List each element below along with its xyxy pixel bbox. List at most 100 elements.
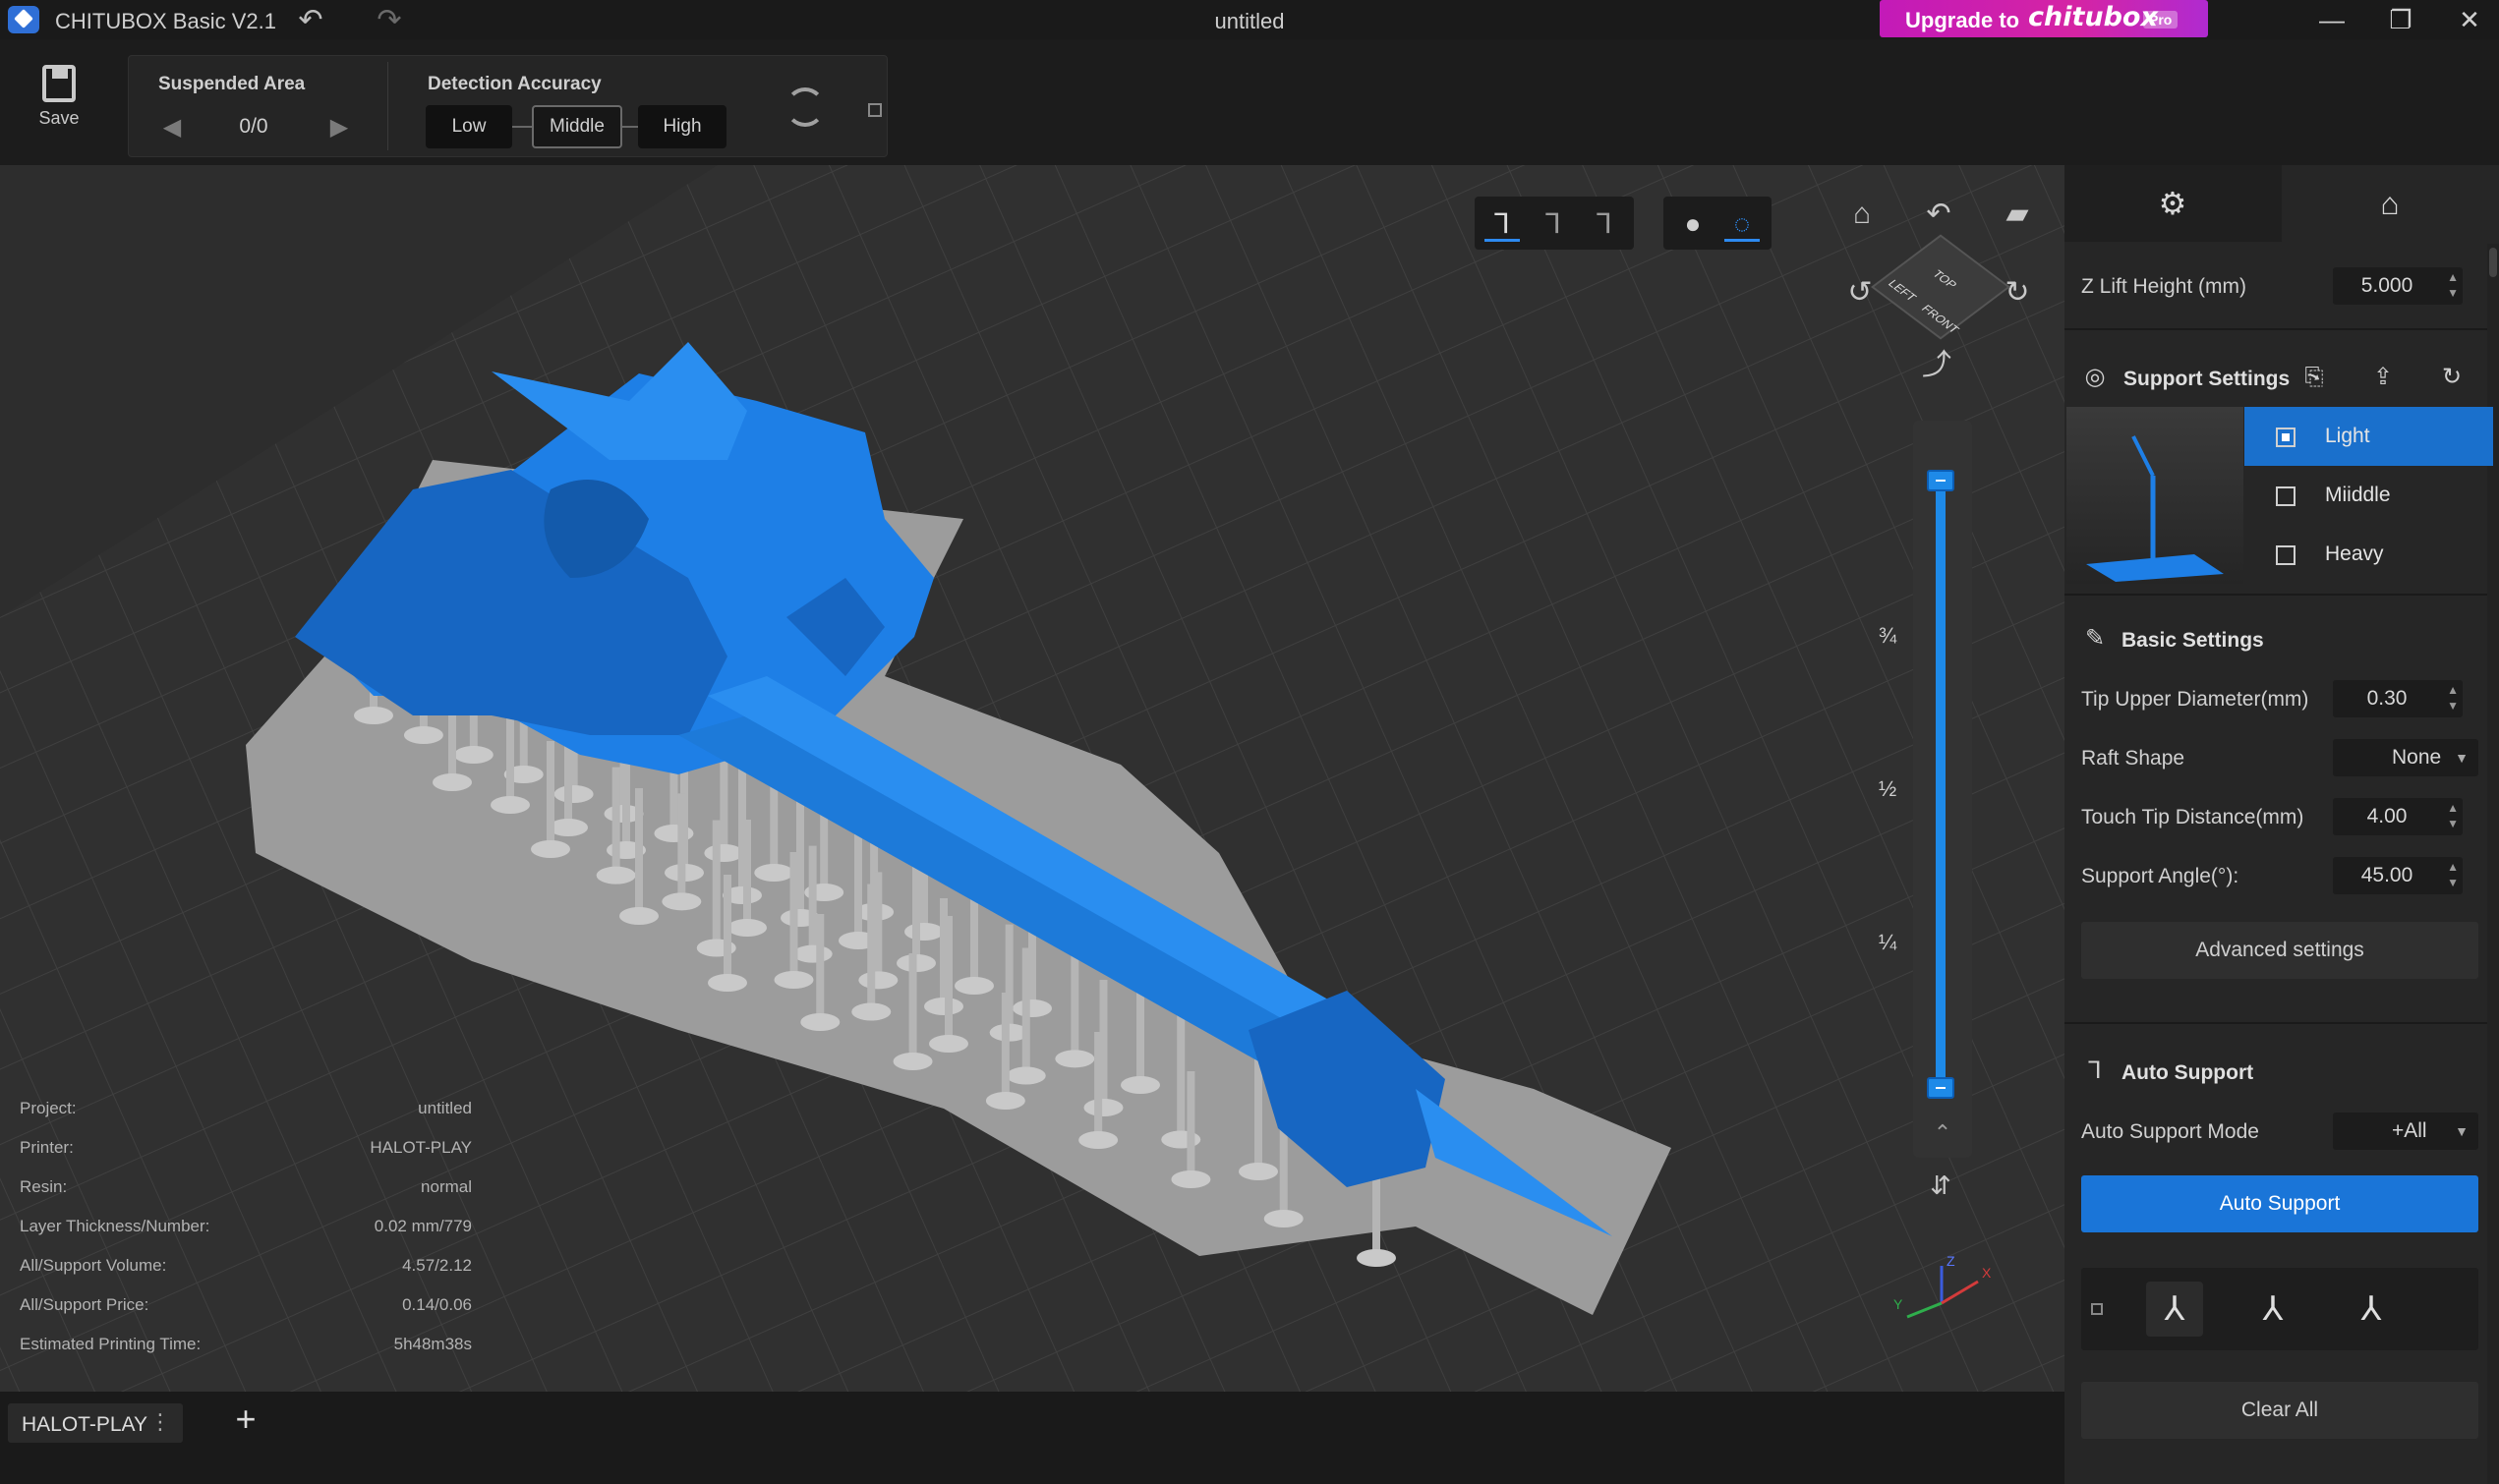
layer-sync-icon[interactable]: ⇵ [1921,1166,1960,1205]
basic-settings-heading: Basic Settings [2121,629,2264,652]
stepper-icon[interactable]: ▲ ▼ [2447,682,2459,713]
rotate-view-icon[interactable]: ↶ [1919,195,1958,234]
printer-tab-label: HALOT-PLAY [22,1413,147,1436]
suspended-area-count: 0/0 [239,115,268,138]
rotate-down-icon[interactable]: ⤴ [1917,346,1956,385]
touch-tip-value: 4.00 [2366,805,2408,828]
advanced-settings-button[interactable]: Advanced settings [2081,922,2478,979]
layer-slider-bar [1936,480,1946,1089]
axis-z-label: Z [1947,1254,1955,1269]
support-medium-icon[interactable]: ⅂ [1536,206,1571,242]
close-icon[interactable]: ✕ [2440,0,2499,39]
collapse-icon[interactable] [2091,1303,2103,1315]
density-heavy-label: Heavy [2325,542,2384,565]
density-middle-option[interactable]: Miiddle [2244,466,2493,525]
raft-shape-label: Raft Shape [2081,747,2185,770]
tip-diameter-label: Tip Upper Diameter(mm) [2081,688,2309,711]
touch-tip-label: Touch Tip Distance(mm) [2081,806,2304,828]
stepper-icon[interactable]: ▲ ▼ [2447,859,2459,890]
support-edit-tools: ⅄ ⅄ ⅄ [2081,1268,2478,1350]
3d-viewport[interactable]: ⅂ ⅂ ⅂ ● ◌ ⌂ ↶ ▰ ↺ ↻ ⤴ TOP LEFT FRONT ⌄ ¾… [0,165,2064,1392]
density-light-option[interactable]: Light [2244,407,2493,466]
toolbar: Save Suspended Area ◀ 0/0 ▶ Detection Ac… [0,39,2499,165]
info-row: All/Support Volume: 4.57/2.12 [20,1256,472,1275]
support-type-group: ⅂ ⅂ ⅂ [1475,197,1634,250]
raft-shape-value: None [2392,746,2442,769]
brand-logo: chitubox [2028,2,2158,32]
upgrade-prefix: Upgrade to [1905,8,2020,32]
add-tab-button[interactable]: + [226,1399,265,1439]
auto-support-mode-value: +All [2392,1119,2427,1142]
rotate-left-icon[interactable]: ↺ [1840,273,1880,313]
raft-shape-select[interactable]: None ▼ [2333,739,2478,776]
restore-icon[interactable]: ❐ [2371,0,2430,39]
next-arrow-icon[interactable]: ▶ [321,113,357,143]
edit-support-icon[interactable]: ⅄ [2244,1282,2301,1337]
layer-mark-three-quarters: ¾ [1878,623,1897,648]
auto-support-button[interactable]: Auto Support [2081,1175,2478,1232]
delete-support-icon[interactable]: ⅄ [2343,1282,2400,1337]
undo-icon[interactable]: ↶ [293,3,328,38]
app-title: CHITUBOX Basic V2.1 [55,9,276,33]
settings-file-icon: ⚙ [2158,186,2187,221]
project-info-panel: Project: untitled Printer: HALOT-PLAY Resi… [20,1089,472,1364]
rotate-right-icon[interactable]: ↻ [1998,273,2037,313]
title-bar: CHITUBOX Basic V2.1 ↶ ↷ untitled Upgrade… [0,0,2499,39]
xray-view-icon[interactable]: ◌ [1724,206,1760,242]
clear-all-button[interactable]: Clear All [2081,1382,2478,1439]
info-row: Estimated Printing Time: 5h48m38s [20,1335,472,1353]
z-lift-label: Z Lift Height (mm) [2081,275,2247,298]
upgrade-button[interactable]: Upgrade to chitubox Pro [1880,0,2208,37]
support-angle-value: 45.00 [2360,864,2413,886]
divider [2064,328,2487,330]
stepper-icon[interactable]: ▲ ▼ [2447,800,2459,831]
refresh-icon[interactable] [785,87,825,127]
suspended-area-heading: Suspended Area [158,74,306,94]
detection-panel: Suspended Area ◀ 0/0 ▶ Detection Accurac… [128,55,888,157]
render-mode-group: ● ◌ [1663,197,1772,250]
axis-y-label: Y [1893,1296,1903,1312]
divider [2064,594,2487,596]
layer-mark-half: ½ [1878,776,1897,801]
accuracy-low-button[interactable]: Low [426,105,512,148]
support-angle-input[interactable]: 45.00 ▲ ▼ [2333,857,2463,894]
previous-arrow-icon[interactable]: ◀ [154,113,190,143]
info-row: Layer Thickness/Number: 0.02 mm/779 [20,1217,472,1235]
home-view-icon[interactable]: ⌂ [1842,195,1882,234]
import-preset-icon[interactable]: ⎘ [2300,364,2328,391]
save-button[interactable]: Save [20,65,98,153]
auto-support-mode-label: Auto Support Mode [2081,1120,2259,1143]
auto-support-icon: ⅂ [2088,1057,2102,1084]
minimize-icon[interactable]: — [2302,0,2361,39]
add-support-icon[interactable]: ⅄ [2146,1282,2203,1337]
stepper-icon[interactable]: ▲ ▼ [2447,269,2459,301]
auto-support-mode-select[interactable]: +All ▼ [2333,1113,2478,1150]
density-heavy-option[interactable]: Heavy [2244,525,2493,584]
support-light-icon[interactable]: ⅂ [1484,206,1520,242]
reset-icon[interactable]: ↻ [2438,364,2466,391]
density-middle-label: Miiddle [2325,484,2391,506]
support-settings-heading: Support Settings [2123,368,2291,390]
accuracy-high-button[interactable]: High [638,105,726,148]
solid-view-icon[interactable]: ● [1675,206,1711,242]
layer-bottom-handle[interactable] [1927,1077,1954,1099]
layer-top-handle[interactable] [1927,470,1954,491]
printer-tab-bar: HALOT-PLAY ⋮ + [0,1392,2064,1484]
z-lift-input[interactable]: 5.000 ▲ ▼ [2333,267,2463,305]
chevron-down-icon: ▼ [2455,750,2469,766]
radio-icon [2276,486,2296,506]
touch-tip-input[interactable]: 4.00 ▲ ▼ [2333,798,2463,835]
export-preset-icon[interactable]: ⇪ [2369,364,2397,391]
collapse-icon[interactable] [868,103,882,117]
redo-icon[interactable]: ↷ [372,3,407,38]
accuracy-middle-button[interactable]: Middle [532,105,622,148]
printer-tab[interactable]: HALOT-PLAY ⋮ [8,1403,183,1443]
tab-support[interactable]: ⌂ [2282,165,2499,242]
tab-slice-settings[interactable]: ⚙ [2064,165,2282,242]
perspective-icon[interactable]: ▰ [1998,195,2037,234]
more-options-icon[interactable]: ⋮ [149,1409,171,1435]
support-heavy-icon[interactable]: ⅂ [1587,206,1622,242]
layer-up-chevron-icon[interactable]: ⌃ [1927,1120,1958,1146]
tip-diameter-input[interactable]: 0.30 ▲ ▼ [2333,680,2463,717]
support-preview-image [2066,407,2243,584]
